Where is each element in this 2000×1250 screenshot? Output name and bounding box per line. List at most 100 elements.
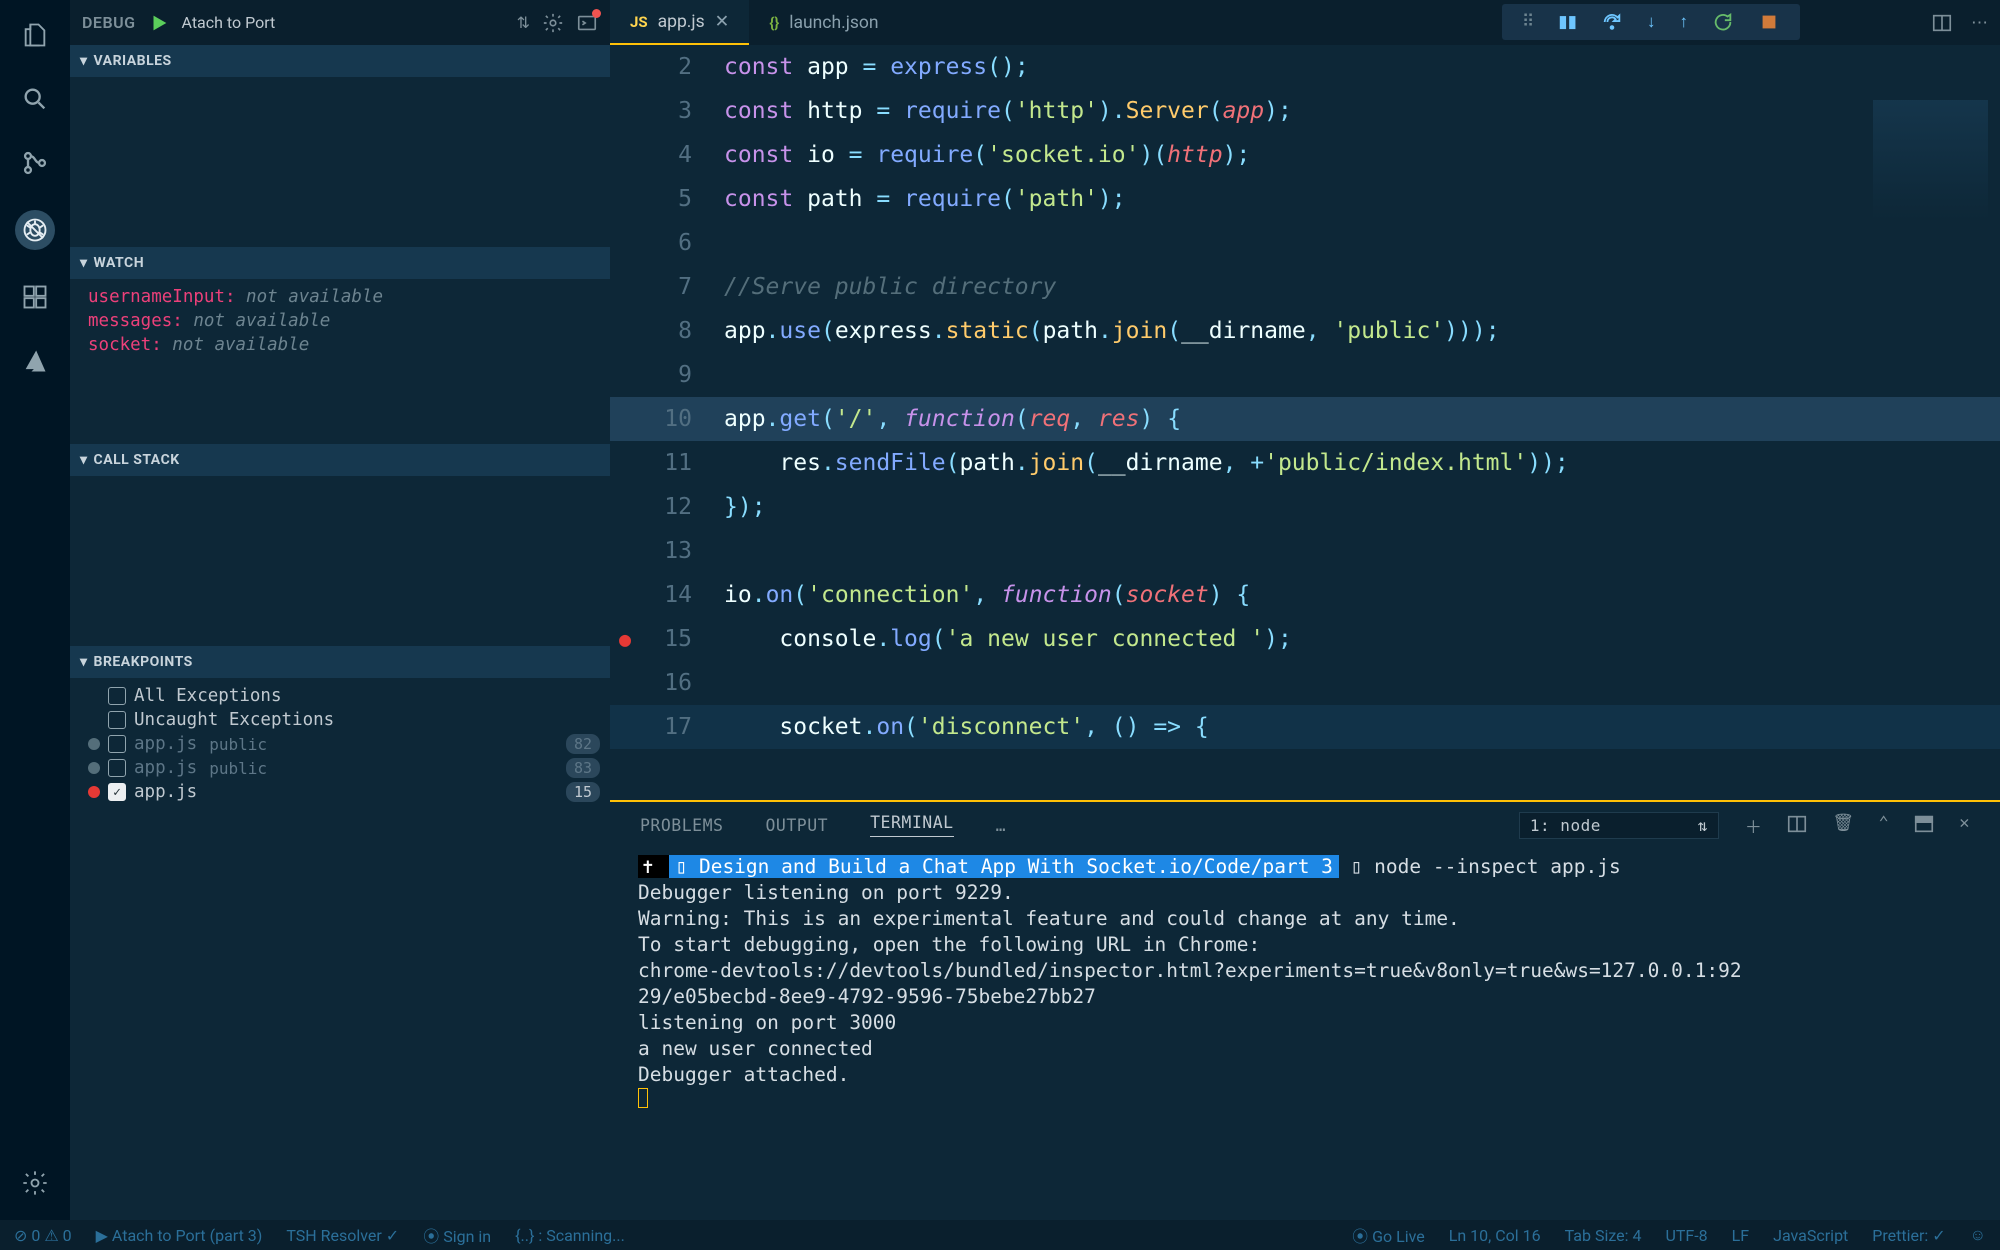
code-line[interactable]: 13: [610, 529, 2000, 573]
gutter-breakpoint[interactable]: [610, 309, 640, 353]
checkbox[interactable]: [108, 687, 126, 705]
checkbox[interactable]: [108, 735, 126, 753]
step-over-icon[interactable]: [1601, 11, 1623, 33]
gutter-breakpoint[interactable]: [610, 89, 640, 133]
gutter-breakpoint[interactable]: [610, 661, 640, 705]
search-icon[interactable]: [18, 82, 52, 116]
status-item[interactable]: {..} : Scanning...: [515, 1223, 625, 1247]
tab-problems[interactable]: PROBLEMS: [640, 816, 723, 835]
status-item[interactable]: ⦿ Go Live: [1352, 1223, 1425, 1247]
gutter-breakpoint[interactable]: [610, 573, 640, 617]
gutter-breakpoint[interactable]: [610, 45, 640, 89]
code-line[interactable]: 8 app.use(express.static(path.join(__dir…: [610, 309, 2000, 353]
updown-icon[interactable]: ⇅: [517, 13, 530, 32]
status-item[interactable]: LF: [1732, 1223, 1749, 1247]
code-line[interactable]: 2 const app = express();: [610, 45, 2000, 89]
more-icon[interactable]: ⋯: [1971, 13, 1988, 33]
split-terminal-icon[interactable]: [1786, 813, 1808, 838]
step-out-icon[interactable]: ↑: [1680, 12, 1689, 32]
restart-icon[interactable]: [1712, 11, 1734, 33]
maximize-panel-icon[interactable]: [1913, 813, 1935, 838]
status-item[interactable]: Prettier: ✓: [1872, 1223, 1945, 1247]
code-line[interactable]: 14 io.on('connection', function(socket) …: [610, 573, 2000, 617]
watch-header[interactable]: ▾ WATCH: [70, 247, 610, 279]
code-line[interactable]: 16: [610, 661, 2000, 705]
gutter-breakpoint[interactable]: [610, 177, 640, 221]
start-debugging-icon[interactable]: [148, 12, 170, 34]
breakpoint-item[interactable]: ✓ app.js 15: [70, 780, 610, 804]
breakpoints-header[interactable]: ▾ BREAKPOINTS: [70, 646, 610, 678]
gutter-breakpoint[interactable]: [610, 221, 640, 265]
gutter-breakpoint[interactable]: [610, 529, 640, 573]
status-item[interactable]: JavaScript: [1773, 1223, 1848, 1247]
azure-icon[interactable]: [18, 344, 52, 378]
editor-tab[interactable]: JS app.js ✕: [610, 0, 749, 45]
minimap[interactable]: [1873, 100, 1988, 220]
code-line[interactable]: 4 const io = require('socket.io')(http);: [610, 133, 2000, 177]
callstack-header[interactable]: ▾ CALL STACK: [70, 444, 610, 476]
breakpoint-item[interactable]: All Exceptions: [70, 684, 610, 708]
status-item[interactable]: ⦿ Sign in: [423, 1223, 491, 1247]
drag-handle-icon[interactable]: ⠿: [1522, 12, 1534, 32]
checkbox[interactable]: [108, 711, 126, 729]
files-icon[interactable]: [18, 18, 52, 52]
checkbox[interactable]: ✓: [108, 783, 126, 801]
status-item[interactable]: Ln 10, Col 16: [1449, 1223, 1541, 1247]
gutter-breakpoint[interactable]: [610, 705, 640, 749]
stop-icon[interactable]: [1758, 11, 1780, 33]
close-panel-icon[interactable]: ✕: [1959, 813, 1970, 838]
tab-output[interactable]: OUTPUT: [765, 816, 828, 835]
status-item[interactable]: ☺: [1970, 1223, 1986, 1247]
status-item[interactable]: TSH Resolver ✓: [286, 1223, 399, 1247]
gutter-breakpoint[interactable]: [610, 485, 640, 529]
terminal-select[interactable]: 1: node⇅: [1519, 812, 1719, 839]
debug-icon[interactable]: [15, 210, 55, 250]
code-line[interactable]: 11 res.sendFile(path.join(__dirname, +'p…: [610, 441, 2000, 485]
gutter-breakpoint[interactable]: [610, 133, 640, 177]
extensions-icon[interactable]: [18, 280, 52, 314]
checkbox[interactable]: [108, 759, 126, 777]
breakpoint-item[interactable]: Uncaught Exceptions: [70, 708, 610, 732]
gutter-breakpoint[interactable]: [610, 353, 640, 397]
status-item[interactable]: UTF-8: [1665, 1223, 1707, 1247]
chevron-up-icon[interactable]: ⌃: [1879, 813, 1890, 838]
code-line[interactable]: 6: [610, 221, 2000, 265]
trash-icon[interactable]: 🗑: [1832, 813, 1854, 838]
code-line[interactable]: 5 const path = require('path');: [610, 177, 2000, 221]
scm-icon[interactable]: [18, 146, 52, 180]
step-into-icon[interactable]: ↓: [1647, 12, 1656, 32]
split-editor-icon[interactable]: [1931, 12, 1953, 34]
tab-more[interactable]: …: [996, 816, 1006, 835]
code-line[interactable]: ● 15 console.log('a new user connected '…: [610, 617, 2000, 661]
tab-terminal[interactable]: TERMINAL: [870, 813, 953, 837]
code-line[interactable]: 9: [610, 353, 2000, 397]
gear-icon[interactable]: [542, 12, 564, 34]
code-line[interactable]: 12 });: [610, 485, 2000, 529]
code-line[interactable]: 7 //Serve public directory: [610, 265, 2000, 309]
gutter-breakpoint[interactable]: [610, 441, 640, 485]
gutter-breakpoint[interactable]: ●: [610, 617, 640, 661]
pause-icon[interactable]: ▮▮: [1558, 12, 1577, 32]
breakpoint-item[interactable]: app.js public 83: [70, 756, 610, 780]
close-icon[interactable]: ✕: [715, 12, 730, 32]
breakpoint-item[interactable]: app.js public 82: [70, 732, 610, 756]
status-item[interactable]: ⊘ 0 ⚠ 0: [14, 1223, 72, 1247]
editor-tab[interactable]: {} launch.json: [749, 0, 898, 45]
debug-toolbar[interactable]: ⠿ ▮▮ ↓ ↑: [1502, 4, 1800, 40]
gutter-breakpoint[interactable]: [610, 397, 640, 441]
debug-config-select[interactable]: Atach to Port: [182, 13, 276, 32]
new-terminal-icon[interactable]: ＋: [1745, 813, 1763, 838]
code-editor[interactable]: 2 const app = express(); 3 const http = …: [610, 45, 2000, 800]
code-line[interactable]: 10 app.get('/', function(req, res) {: [610, 397, 2000, 441]
watch-item[interactable]: usernameInput: not available: [70, 285, 610, 309]
code-line[interactable]: 17 socket.on('disconnect', () => {: [610, 705, 2000, 749]
watch-item[interactable]: messages: not available: [70, 309, 610, 333]
variables-header[interactable]: ▾ VARIABLES: [70, 45, 610, 77]
status-item[interactable]: ▶ Atach to Port (part 3): [96, 1223, 263, 1247]
debug-console-icon[interactable]: [576, 12, 598, 34]
watch-item[interactable]: socket: not available: [70, 333, 610, 357]
gutter-breakpoint[interactable]: [610, 265, 640, 309]
terminal-body[interactable]: ✝ ▯ Design and Build a Chat App With Soc…: [610, 848, 2000, 1220]
code-line[interactable]: 3 const http = require('http').Server(ap…: [610, 89, 2000, 133]
settings-gear-icon[interactable]: [18, 1166, 52, 1200]
